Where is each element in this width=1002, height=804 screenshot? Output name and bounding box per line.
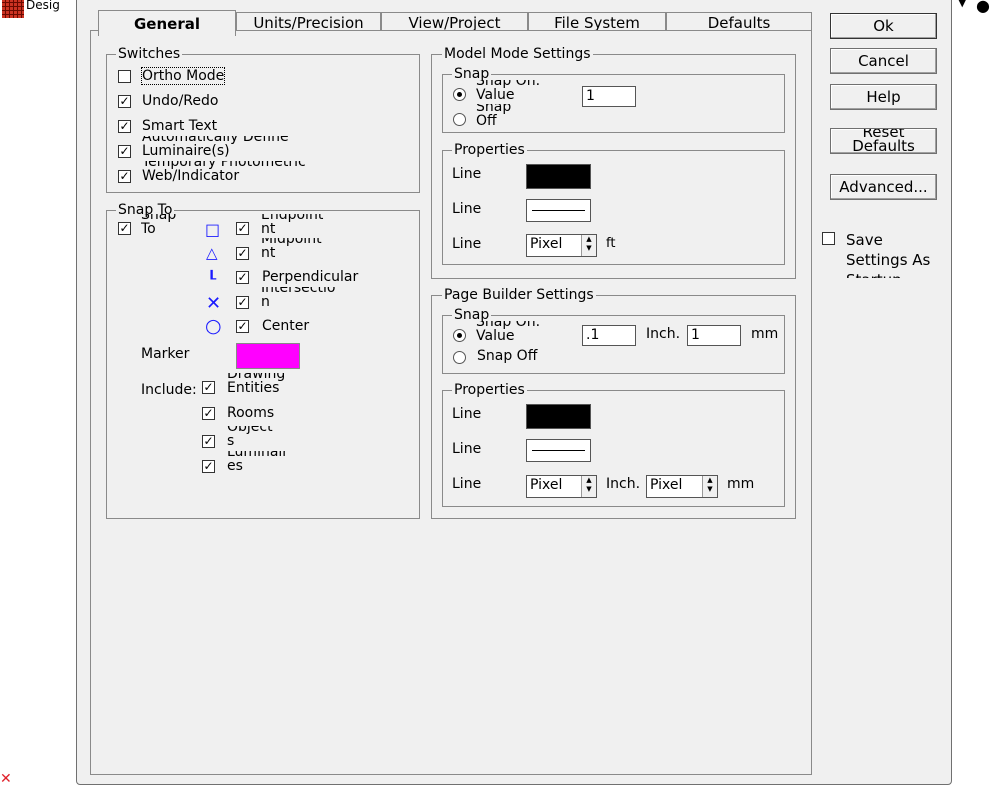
midpoint-label: Midpoint nt xyxy=(261,238,322,260)
rooms-label: Rooms xyxy=(227,405,275,421)
spin-arrows-icon[interactable]: ▲ ▼ xyxy=(702,476,717,497)
undo-redo-checkbox[interactable]: ✓ xyxy=(118,95,131,108)
spin-arrows-icon[interactable]: ▲ ▼ xyxy=(581,235,596,256)
page-width-mm-label: mm xyxy=(727,476,755,492)
reset-defaults-button[interactable]: Reset Defaults xyxy=(830,128,937,154)
page-line-width-mm-spinner[interactable]: Pixel ▲ ▼ xyxy=(646,475,718,498)
page-snap-inch-label: Inch. xyxy=(646,326,681,342)
page-builder-legend: Page Builder Settings xyxy=(442,287,596,303)
model-line-color-label: Line xyxy=(452,166,482,182)
page-line-width-inch-value: Pixel xyxy=(530,477,563,493)
advanced-button[interactable]: Advanced... xyxy=(830,174,937,200)
intersection-x-icon: ✕ xyxy=(206,293,222,314)
dropdown-arrow-icon[interactable]: ▼ xyxy=(958,0,966,9)
include-label: Include: xyxy=(141,382,197,398)
model-properties-legend: Properties xyxy=(452,142,527,158)
center-label: Center xyxy=(262,318,310,334)
endpoint-label: Endpoint nt xyxy=(261,214,324,236)
ortho-mode-checkbox[interactable] xyxy=(118,70,131,83)
model-line-width-value: Pixel xyxy=(530,236,563,252)
close-marker-icon: ✕ xyxy=(0,771,12,787)
snap-to-master-label: Snap To xyxy=(141,214,177,236)
auto-define-luminaires-checkbox[interactable]: ✓ xyxy=(118,145,131,158)
page-width-inch-label: Inch. xyxy=(606,476,641,492)
center-circle-icon: ○ xyxy=(205,315,222,337)
page-line-width-mm-value: Pixel xyxy=(650,477,683,493)
app-title: Desig xyxy=(26,0,60,12)
drawing-entities-label: Drawing Entities xyxy=(227,373,286,395)
midpoint-triangle-icon: △ xyxy=(206,244,218,262)
model-snap-on-radio[interactable] xyxy=(453,88,466,101)
snap-to-master-checkbox[interactable]: ✓ xyxy=(118,222,131,235)
center-checkbox[interactable]: ✓ xyxy=(236,320,249,333)
model-line-width-label: Line xyxy=(452,236,482,252)
save-settings-startup-label: Save Settings As Startup xyxy=(846,231,931,278)
page-line-style-label: Line xyxy=(452,441,482,457)
smart-text-checkbox[interactable]: ✓ xyxy=(118,120,131,133)
page-properties-legend: Properties xyxy=(452,382,527,398)
page-snap-on-label: Snap On. Value xyxy=(476,321,541,343)
intersection-checkbox[interactable]: ✓ xyxy=(236,296,249,309)
tab-general[interactable]: General xyxy=(98,10,236,36)
perpendicular-label: Perpendicular xyxy=(262,269,359,285)
page-line-color-label: Line xyxy=(452,406,482,422)
page-line-color-swatch[interactable] xyxy=(526,404,591,429)
ortho-mode-label: Ortho Mode xyxy=(140,67,226,85)
cancel-button[interactable]: Cancel xyxy=(830,48,937,74)
page-snap-on-radio[interactable] xyxy=(453,329,466,342)
endpoint-checkbox[interactable]: ✓ xyxy=(236,222,249,235)
page-line-width-inch-spinner[interactable]: Pixel ▲ ▼ xyxy=(526,475,597,498)
model-mode-legend: Model Mode Settings xyxy=(442,46,593,62)
midpoint-checkbox[interactable]: ✓ xyxy=(236,247,249,260)
marker-label: Marker xyxy=(141,346,190,362)
help-button[interactable]: Help xyxy=(830,84,937,110)
save-settings-startup-checkbox[interactable] xyxy=(822,232,835,245)
model-snap-legend: Snap xyxy=(452,66,492,82)
page-snap-inch-input[interactable]: .1 xyxy=(582,325,636,346)
luminaires-checkbox[interactable]: ✓ xyxy=(202,460,215,473)
perpendicular-icon: ┖ xyxy=(207,270,217,288)
switches-legend: Switches xyxy=(116,46,183,62)
marker-color-swatch[interactable] xyxy=(236,343,300,369)
model-snap-value-input[interactable]: 1 xyxy=(582,86,636,107)
rooms-checkbox[interactable]: ✓ xyxy=(202,407,215,420)
page-line-style-picker[interactable] xyxy=(526,439,591,462)
page-snap-legend: Snap xyxy=(452,307,492,323)
model-line-color-swatch[interactable] xyxy=(526,164,591,189)
temp-photometric-label: Temporary Photometric Web/Indicator xyxy=(142,161,306,183)
temp-photometric-checkbox[interactable]: ✓ xyxy=(118,170,131,183)
ok-button[interactable]: Ok xyxy=(830,13,937,39)
luminaires-label: Luminair es xyxy=(227,451,289,473)
page-line-width-label: Line xyxy=(452,476,482,492)
model-line-style-picker[interactable] xyxy=(526,199,591,222)
page-snap-off-radio[interactable] xyxy=(453,351,466,364)
intersection-label: Intersectio n xyxy=(261,287,336,309)
page-snap-mm-input[interactable]: 1 xyxy=(687,325,741,346)
auto-define-luminaires-label: Automatically Define Luminaire(s) xyxy=(142,136,289,158)
drawing-entities-checkbox[interactable]: ✓ xyxy=(202,381,215,394)
app-icon xyxy=(2,0,24,18)
globe-icon[interactable]: ● xyxy=(976,0,990,15)
page-snap-off-label: Snap Off xyxy=(477,348,538,364)
model-snap-off-label: Snap Off xyxy=(476,104,512,128)
spin-arrows-icon[interactable]: ▲ ▼ xyxy=(581,476,596,497)
endpoint-square-icon: □ xyxy=(205,220,221,239)
model-unit-ft: ft xyxy=(606,236,616,251)
model-snap-off-radio[interactable] xyxy=(453,113,466,126)
perpendicular-checkbox[interactable]: ✓ xyxy=(236,271,249,284)
objects-label: Object s xyxy=(227,426,273,448)
page-snap-mm-label: mm xyxy=(751,326,779,342)
model-line-style-label: Line xyxy=(452,201,482,217)
objects-checkbox[interactable]: ✓ xyxy=(202,435,215,448)
model-snap-on-label: Snap On. Value xyxy=(476,80,541,102)
model-line-width-spinner[interactable]: Pixel ▲ ▼ xyxy=(526,234,597,257)
smart-text-label: Smart Text xyxy=(142,118,218,134)
undo-redo-label: Undo/Redo xyxy=(142,93,219,109)
